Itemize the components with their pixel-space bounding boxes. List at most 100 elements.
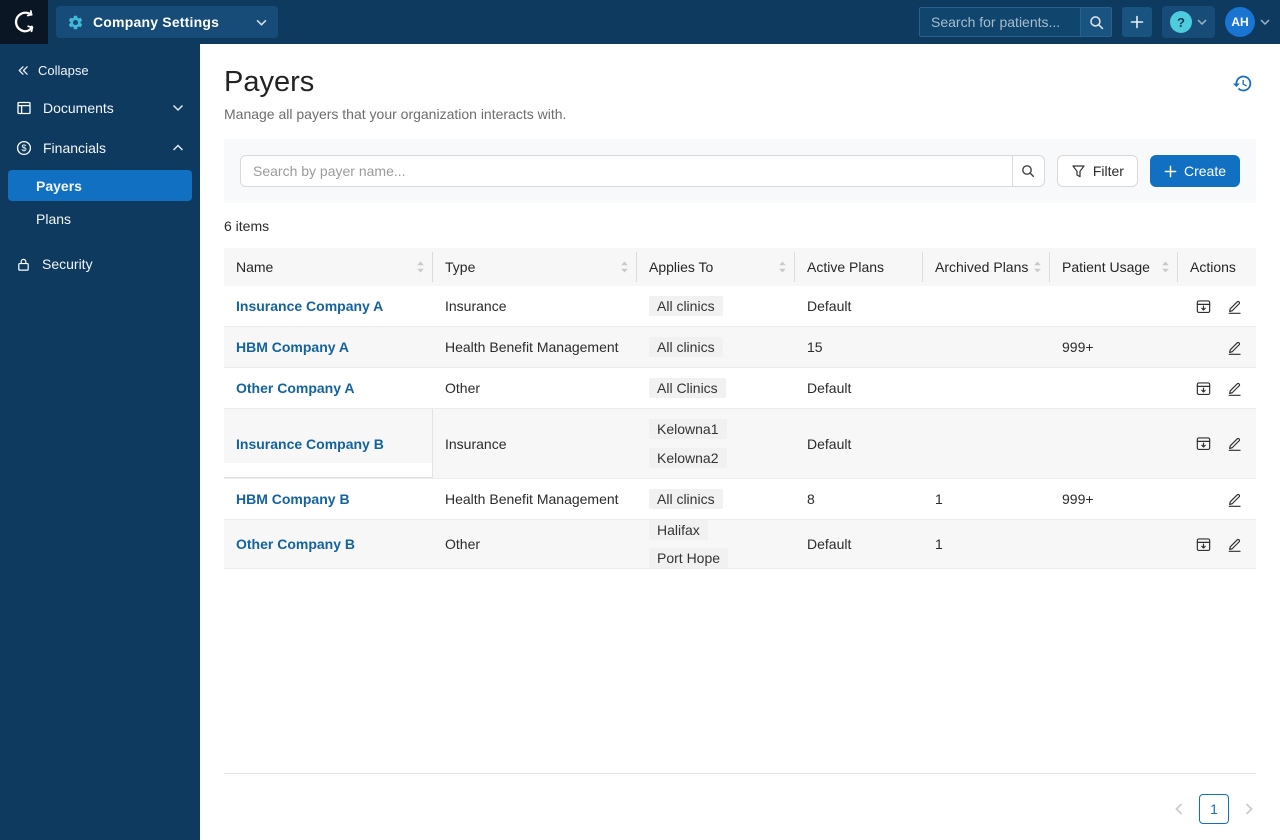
column-header-name[interactable]: Name bbox=[224, 248, 433, 286]
sidebar-item-label: Documents bbox=[43, 100, 114, 116]
column-header-archived-plans[interactable]: Archived Plans bbox=[923, 248, 1050, 286]
payer-name-link[interactable]: Insurance Company B bbox=[236, 436, 384, 452]
chevron-down-icon bbox=[1260, 19, 1270, 25]
edit-payer-button[interactable] bbox=[1226, 491, 1243, 508]
archive-icon bbox=[1196, 381, 1211, 395]
topbar-right-group: ? AH bbox=[919, 6, 1280, 38]
edit-payer-button[interactable] bbox=[1226, 298, 1243, 315]
edit-pencil-icon bbox=[1228, 437, 1241, 451]
clinic-chip: Kelowna2 bbox=[649, 448, 727, 468]
sort-icon bbox=[1162, 261, 1169, 273]
history-button[interactable] bbox=[1229, 70, 1256, 100]
app-logo[interactable] bbox=[0, 0, 48, 44]
archive-payer-button[interactable] bbox=[1195, 298, 1212, 315]
payer-name-cell: HBM Company A bbox=[224, 327, 433, 367]
clinic-chip: Kelowna1 bbox=[649, 419, 727, 439]
main-content: Payers Manage all payers that your organ… bbox=[200, 44, 1280, 840]
applies-to-cell: All clinics bbox=[637, 479, 795, 519]
sidebar-item-security[interactable]: Security bbox=[0, 244, 200, 284]
payer-name-link[interactable]: Other Company A bbox=[236, 380, 355, 396]
user-menu-button[interactable]: AH bbox=[1225, 7, 1270, 37]
edit-payer-button[interactable] bbox=[1226, 435, 1243, 452]
collapse-label: Collapse bbox=[38, 62, 89, 78]
archived-plans-value bbox=[923, 368, 1050, 408]
documents-icon bbox=[17, 101, 31, 115]
edit-payer-button[interactable] bbox=[1226, 536, 1243, 553]
applies-to-cell: Kelowna1 Kelowna2 bbox=[637, 409, 795, 478]
payers-toolbar: Filter Create bbox=[224, 139, 1256, 203]
collapse-sidebar-button[interactable]: Collapse bbox=[0, 52, 200, 88]
archive-icon bbox=[1196, 437, 1211, 451]
avatar: AH bbox=[1225, 7, 1255, 37]
archive-payer-button[interactable] bbox=[1195, 380, 1212, 397]
search-icon bbox=[1089, 15, 1103, 29]
payer-row: Other Company A Other All Clinics Default bbox=[224, 368, 1256, 409]
edit-pencil-icon bbox=[1228, 493, 1241, 507]
table-header-row: Name Type Applies To Active Plans Archived P… bbox=[224, 248, 1256, 286]
table-body: Insurance Company A Insurance All clinics D… bbox=[224, 286, 1256, 569]
plus-icon bbox=[1130, 15, 1144, 29]
help-menu-button[interactable]: ? bbox=[1162, 6, 1215, 38]
payer-row: Insurance Company A Insurance All clinics D… bbox=[224, 286, 1256, 327]
payer-name-link[interactable]: HBM Company B bbox=[236, 491, 350, 507]
next-page-button[interactable] bbox=[1242, 802, 1256, 816]
column-header-type[interactable]: Type bbox=[433, 248, 637, 286]
patient-usage-value bbox=[1050, 368, 1178, 408]
previous-page-button[interactable] bbox=[1172, 802, 1186, 816]
edit-payer-button[interactable] bbox=[1226, 380, 1243, 397]
payer-name-link[interactable]: Insurance Company A bbox=[236, 298, 383, 314]
sidebar-item-financials[interactable]: $ Financials bbox=[0, 128, 200, 168]
payer-name-cell: Insurance Company B bbox=[224, 409, 433, 478]
payer-search bbox=[240, 155, 1045, 187]
filter-funnel-icon bbox=[1072, 164, 1085, 177]
sidebar-item-documents[interactable]: Documents bbox=[0, 88, 200, 128]
chevron-left-icon bbox=[1175, 803, 1182, 815]
payer-name-link[interactable]: Other Company B bbox=[236, 536, 355, 552]
logo-swoosh-icon bbox=[14, 10, 34, 33]
column-header-patient-usage[interactable]: Patient Usage bbox=[1050, 248, 1178, 286]
payer-row: Insurance Company B Insurance Kelowna1 Kelo… bbox=[224, 409, 1256, 479]
svg-text:$: $ bbox=[21, 143, 26, 153]
chevron-up-icon bbox=[172, 144, 184, 151]
edit-payer-button[interactable] bbox=[1226, 339, 1243, 356]
create-payer-button[interactable]: Create bbox=[1149, 155, 1240, 187]
sort-icon bbox=[417, 261, 424, 273]
applies-to-cell: All Clinics bbox=[637, 368, 795, 408]
patient-search-button[interactable] bbox=[1080, 7, 1112, 37]
quick-add-button[interactable] bbox=[1122, 7, 1152, 37]
edit-pencil-icon bbox=[1228, 382, 1241, 396]
applies-to-cell: Halifax Port Hope bbox=[637, 520, 795, 568]
payers-table: Name Type Applies To Active Plans Archived P… bbox=[224, 248, 1256, 569]
filter-button[interactable]: Filter bbox=[1056, 155, 1138, 187]
sidebar-item-plans[interactable]: Plans bbox=[8, 203, 192, 234]
payer-search-button[interactable] bbox=[1011, 155, 1045, 187]
sort-icon bbox=[621, 261, 628, 273]
payer-name-cell: Other Company A bbox=[224, 368, 433, 408]
company-settings-dropdown[interactable]: Company Settings bbox=[56, 6, 278, 38]
payer-name-link[interactable]: HBM Company A bbox=[236, 339, 349, 355]
column-label: Type bbox=[445, 259, 476, 275]
archive-payer-button[interactable] bbox=[1195, 435, 1212, 452]
archived-plans-value bbox=[923, 286, 1050, 326]
active-plans-value: Default bbox=[807, 435, 852, 452]
patient-search bbox=[919, 7, 1112, 37]
sidebar: Collapse Documents $ Financials Payers P… bbox=[0, 44, 200, 840]
clinic-chip: Halifax bbox=[649, 520, 708, 540]
applies-to-cell: All clinics bbox=[637, 327, 795, 367]
payer-type: Other bbox=[445, 380, 481, 396]
page-subtitle: Manage all payers that your organization… bbox=[224, 106, 567, 122]
company-settings-label: Company Settings bbox=[93, 14, 220, 30]
chevron-right-icon bbox=[1246, 803, 1253, 815]
page-title: Payers bbox=[224, 66, 315, 98]
archived-plans-value bbox=[923, 327, 1050, 367]
patient-search-input[interactable] bbox=[919, 7, 1080, 37]
sidebar-item-payers[interactable]: Payers bbox=[8, 170, 192, 201]
clinic-chip: All Clinics bbox=[649, 378, 726, 398]
patient-usage-value bbox=[1050, 286, 1178, 326]
column-label: Active Plans bbox=[807, 259, 885, 275]
archived-plans-value bbox=[923, 409, 1050, 478]
column-header-applies-to[interactable]: Applies To bbox=[637, 248, 795, 286]
page-1-button[interactable]: 1 bbox=[1199, 794, 1229, 824]
payer-search-input[interactable] bbox=[240, 155, 1013, 187]
archive-payer-button[interactable] bbox=[1195, 536, 1212, 553]
